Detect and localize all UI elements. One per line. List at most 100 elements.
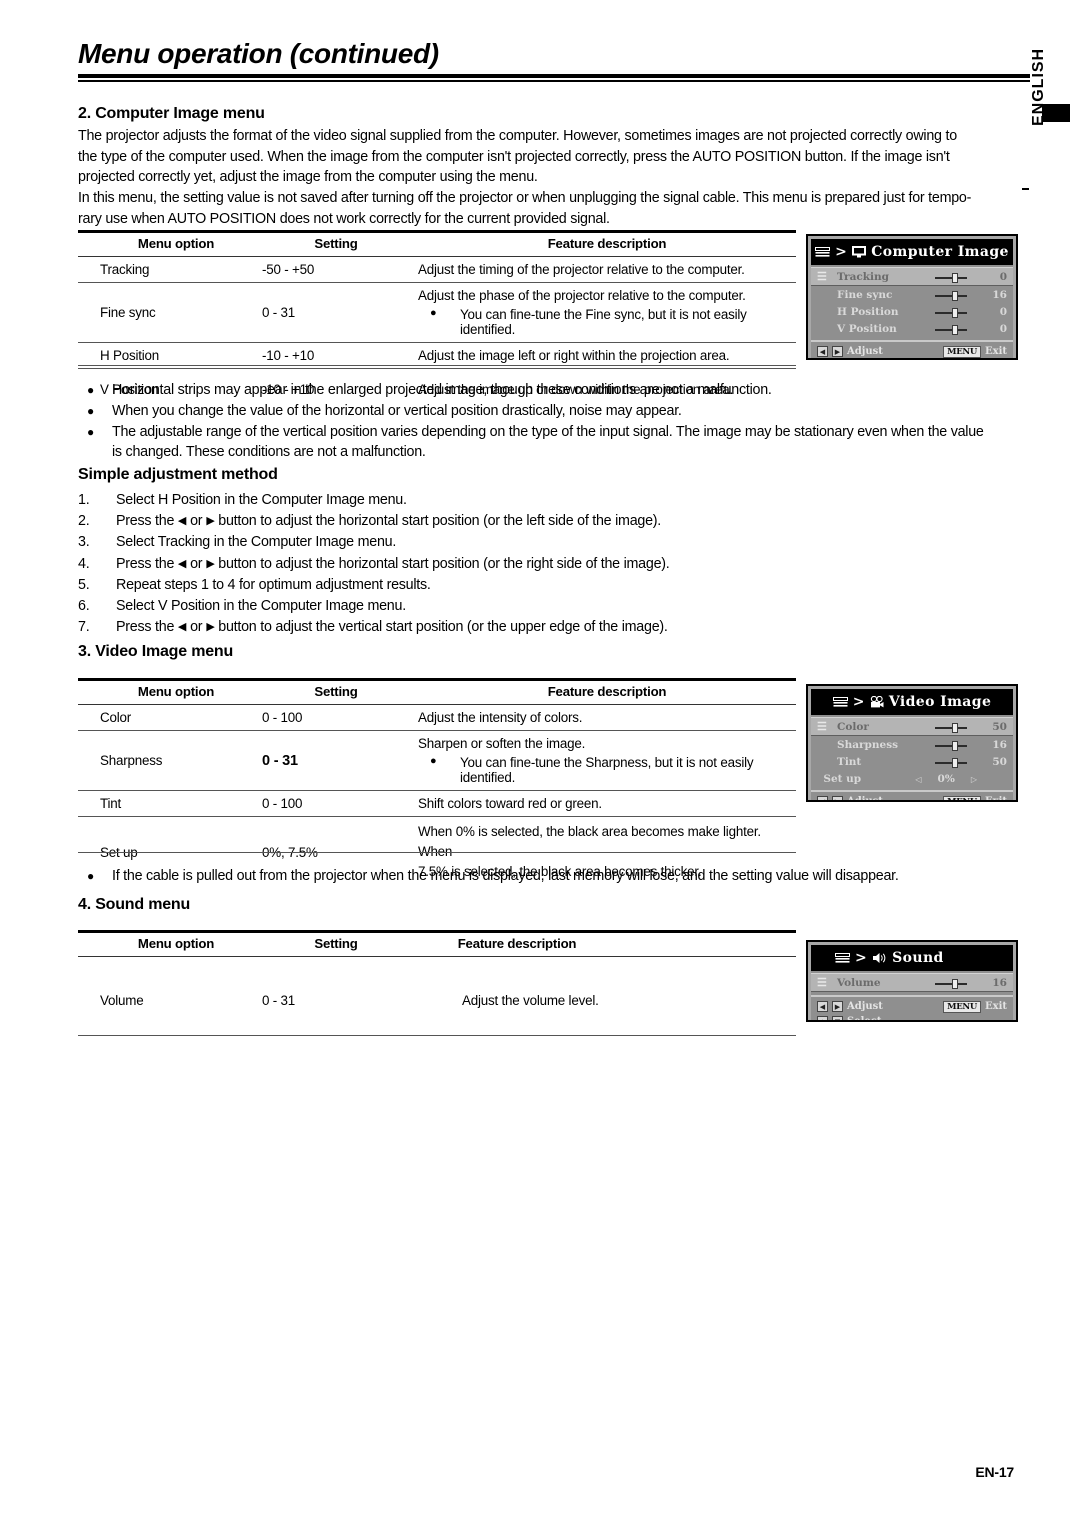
table-row: Fine sync 0 - 31 Adjust the phase of the…	[78, 282, 796, 343]
osd-row-v-position[interactable]: V Position 0	[811, 320, 1013, 337]
list-item: 3. Select Tracking in the Computer Image…	[78, 532, 878, 553]
osd-row-fine-sync[interactable]: Fine sync 16	[811, 286, 1013, 303]
osd-slider[interactable]	[929, 722, 977, 733]
simple-adjustment-steps: 1. Select H Position in the Computer Ima…	[78, 490, 878, 638]
adjust-slider-icon: ☰	[817, 270, 827, 283]
adjust-slider-icon: ☰	[817, 720, 827, 733]
right-arrow-key-icon: ▶	[832, 796, 843, 800]
list-item: 2. Press the ◀ or ▶ button to adjust the h…	[78, 511, 878, 532]
bullet-dot-icon: ●	[430, 755, 437, 767]
osd-row-sharpness[interactable]: Sharpness 16	[811, 736, 1013, 753]
bullet-dot-icon: ●	[87, 424, 94, 439]
osd-adjust-label: Adjust	[847, 796, 883, 802]
header-feature-description: Feature description	[410, 230, 796, 257]
osd-slider[interactable]	[929, 272, 977, 283]
osd-title-bar: > Video Image	[811, 689, 1013, 715]
header-menu-option: Menu option	[78, 678, 252, 705]
osd-title-text: Video Image	[888, 694, 992, 710]
osd-row-value: 50	[992, 755, 1007, 768]
step-number: 7.	[78, 619, 90, 636]
step-or-word: or	[190, 555, 203, 572]
table-row: Volume 0 - 31 Adjust the volume level.	[78, 956, 796, 1044]
video-table-bottom-rule	[78, 852, 796, 854]
right-chevron-icon[interactable]: ▷	[971, 774, 977, 784]
speaker-icon	[872, 952, 887, 964]
osd-row-value: 16	[992, 288, 1007, 301]
header-menu-option: Menu option	[78, 930, 252, 957]
osd-row-label: Tint	[837, 755, 862, 768]
osd-slider[interactable]	[929, 757, 977, 768]
osd-choice-control[interactable]: ◁ 0% ▷	[915, 773, 977, 785]
osd-slider[interactable]	[929, 290, 977, 301]
step-text-post: button to adjust the horizontal start po…	[214, 513, 662, 530]
step-text-pre: Press the	[116, 555, 178, 572]
osd-row-h-position[interactable]: H Position 0	[811, 303, 1013, 320]
osd-row-value: 0	[999, 270, 1007, 283]
step-text-post: button to adjust the horizontal start po…	[214, 555, 670, 572]
osd-slider[interactable]	[929, 740, 977, 751]
osd-slider[interactable]	[929, 307, 977, 318]
video-notes-list: ● If the cable is pulled out from the pr…	[78, 866, 1038, 887]
osd-row-list: ☰ Volume 16	[811, 971, 1013, 997]
step-text-pre: Press the	[116, 619, 178, 636]
left-chevron-icon[interactable]: ◁	[915, 774, 921, 784]
list-item: 1. Select H Position in the Computer Ima…	[78, 490, 878, 511]
osd-footer: ◀ ▶ Adjust MENU Exit ▲ ▼ Select	[811, 997, 1013, 1020]
list-item: 5. Repeat steps 1 to 4 for optimum adjus…	[78, 575, 878, 596]
list-item: ● The adjustable range of the vertical p…	[78, 422, 1038, 464]
computer-table-bottom-rule	[78, 365, 796, 367]
osd-footer-adjust-line: ◀ ▶ Adjust MENU Exit	[817, 344, 1007, 358]
right-arrow-icon: ▶	[206, 557, 215, 570]
osd-slider[interactable]	[929, 324, 977, 335]
video-image-table: Menu option Setting Feature description …	[78, 678, 796, 887]
osd-row-set-up[interactable]: Set up ◁ 0% ▷	[811, 770, 1013, 787]
language-tab-label: ENGLISH	[1030, 47, 1047, 126]
cell-option: Fine sync	[78, 282, 252, 343]
adjust-slider-icon: ☰	[817, 976, 827, 989]
osd-row-tracking[interactable]: ☰ Tracking 0	[811, 267, 1013, 286]
osd-row-label: V Position	[837, 322, 897, 335]
osd-row-tint[interactable]: Tint 50	[811, 753, 1013, 770]
osd-footer-adjust-line: ◀ ▶ Adjust MENU Exit	[817, 794, 1007, 802]
osd-exit-label: Exit	[984, 346, 1007, 357]
cell-setting: -50 - +50	[252, 256, 410, 283]
table-header-row: Menu option Setting Feature description	[78, 930, 796, 957]
step-or-word: or	[190, 513, 203, 530]
note-text: Horizontal strips may appear in the enla…	[112, 382, 772, 398]
table-row: Tint 0 - 100 Shift colors toward red or …	[78, 790, 796, 817]
computer-notes-list: ● Horizontal strips may appear in the en…	[78, 380, 1038, 463]
menu-key-icon[interactable]: MENU	[943, 345, 981, 358]
osd-row-label: H Position	[837, 305, 899, 318]
up-arrow-key-icon: ▲	[817, 1016, 828, 1020]
osd-row-value: 16	[992, 976, 1007, 989]
description-line: When 0% is selected, the black area beco…	[418, 824, 761, 859]
right-arrow-key-icon: ▶	[832, 1001, 843, 1012]
cell-option: Volume	[78, 956, 252, 1044]
menu-key-icon[interactable]: MENU	[943, 795, 981, 800]
step-number: 2.	[78, 513, 90, 530]
note-text: The adjustable range of the vertical pos…	[112, 423, 984, 461]
list-item: ● Horizontal strips may appear in the en…	[78, 380, 1038, 401]
paragraph-line: rary use when AUTO POSITION does not wor…	[78, 210, 610, 227]
osd-row-volume[interactable]: ☰ Volume 16	[811, 973, 1013, 992]
list-item: ● If the cable is pulled out from the pr…	[78, 866, 1038, 887]
step-text-post: button to adjust the vertical start posi…	[214, 619, 668, 636]
sound-table-bottom-rule	[78, 1035, 796, 1037]
osd-row-list: ☰ Color 50 Sharpness 16 Tint 50 Set up ◁…	[811, 715, 1013, 792]
osd-row-value: 0	[999, 305, 1007, 318]
menu-key-icon[interactable]: MENU	[943, 1000, 981, 1013]
table-row: Tracking -50 - +50 Adjust the timing of …	[78, 256, 796, 283]
step-or-word: or	[190, 619, 203, 636]
osd-slider[interactable]	[929, 978, 977, 989]
cell-setting: 0 - 100	[252, 790, 410, 817]
step-text: Select H Position in the Computer Image …	[116, 492, 407, 508]
osd-row-color[interactable]: ☰ Color 50	[811, 717, 1013, 736]
description-main: Adjust the phase of the projector relati…	[418, 288, 746, 303]
list-item: 7. Press the ◀ or ▶ button to adjust the v…	[78, 617, 878, 638]
osd-row-label: Color	[837, 720, 869, 733]
description-sub-text: You can fine-tune the Sharpness, but it …	[460, 755, 754, 785]
osd-title-text: Sound	[892, 950, 944, 966]
cell-option: Tint	[78, 790, 252, 817]
cell-description: Adjust the intensity of colors.	[410, 704, 796, 731]
cell-setting: 0 - 100	[252, 704, 410, 731]
